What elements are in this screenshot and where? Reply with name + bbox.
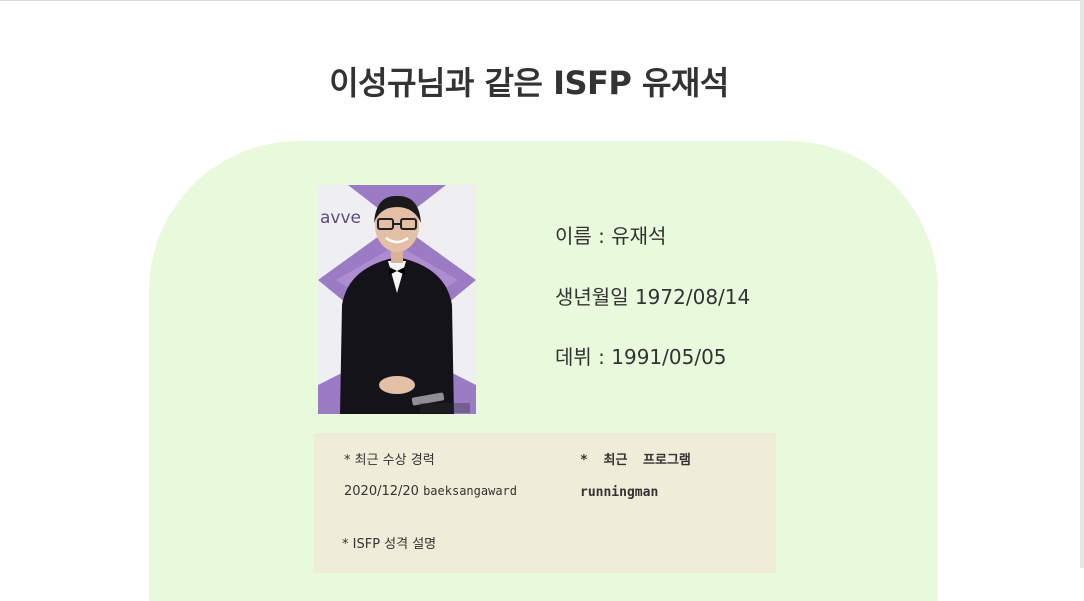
personality-heading: * ISFP 성격 설명 <box>342 537 437 552</box>
award-entry: 2020/12/20 baeksangaward <box>344 484 517 499</box>
birthdate-field: 생년월일 1972/08/14 <box>555 285 751 309</box>
backdrop-logo-text: avve <box>320 208 361 228</box>
award-heading: * 최근 수상 경력 <box>344 453 435 468</box>
page-title: 이성규님과 같은 ISFP 유재석 <box>329 64 729 102</box>
top-border <box>0 0 1084 1</box>
debut-field: 데뷔 : 1991/05/05 <box>555 345 727 369</box>
award-date: 2020/12/20 <box>344 484 419 499</box>
program-heading: * 최근 프로그램 <box>580 453 691 468</box>
program-name: runningman <box>580 485 659 500</box>
award-name: baeksangaward <box>423 484 517 498</box>
name-field: 이름 : 유재석 <box>555 224 667 248</box>
scrollbar-track[interactable] <box>1080 0 1084 568</box>
profile-photo: avve <box>318 185 476 414</box>
